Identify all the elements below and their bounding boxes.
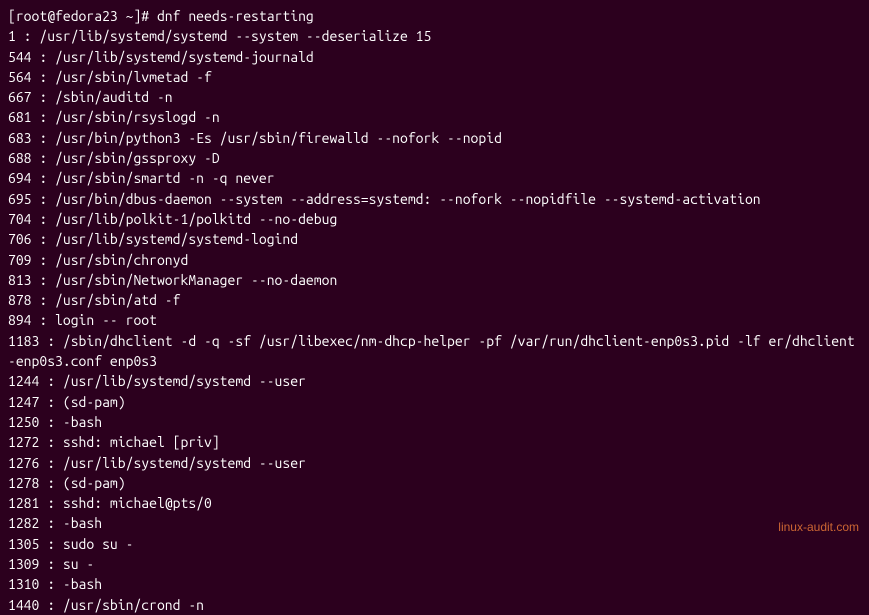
output-line: 706 : /usr/lib/systemd/systemd-logind <box>8 229 861 249</box>
prompt-user-host: [root@fedora23 ~]# <box>8 8 149 24</box>
output-line: 564 : /usr/sbin/lvmetad -f <box>8 67 861 87</box>
output-line: 1250 : -bash <box>8 412 861 432</box>
output-line: 1309 : su - <box>8 554 861 574</box>
prompt-line[interactable]: [root@fedora23 ~]# dnf needs-restarting <box>8 6 861 26</box>
output-line: 1310 : -bash <box>8 574 861 594</box>
output-line: 1440 : /usr/sbin/crond -n <box>8 595 861 615</box>
output-line: 681 : /usr/sbin/rsyslogd -n <box>8 107 861 127</box>
terminal-output[interactable]: 1 : /usr/lib/systemd/systemd --system --… <box>8 26 861 615</box>
output-line: 878 : /usr/sbin/atd -f <box>8 290 861 310</box>
output-line: 1247 : (sd-pam) <box>8 392 861 412</box>
output-line: 894 : login -- root <box>8 310 861 330</box>
output-line: 1281 : sshd: michael@pts/0 <box>8 493 861 513</box>
output-line: 544 : /usr/lib/systemd/systemd-journald <box>8 47 861 67</box>
output-line: 683 : /usr/bin/python3 -Es /usr/sbin/fir… <box>8 128 861 148</box>
output-line: 1282 : -bash <box>8 513 861 533</box>
output-line: 704 : /usr/lib/polkit-1/polkitd --no-deb… <box>8 209 861 229</box>
output-line: 695 : /usr/bin/dbus-daemon --system --ad… <box>8 189 861 209</box>
command-text: dnf needs-restarting <box>157 8 314 24</box>
output-line: 688 : /usr/sbin/gssproxy -D <box>8 148 861 168</box>
output-line: 1278 : (sd-pam) <box>8 473 861 493</box>
output-line: 1305 : sudo su - <box>8 534 861 554</box>
output-line: 1244 : /usr/lib/systemd/systemd --user <box>8 371 861 391</box>
output-line: 1 : /usr/lib/systemd/systemd --system --… <box>8 26 861 46</box>
output-line: 1272 : sshd: michael [priv] <box>8 432 861 452</box>
output-line: 667 : /sbin/auditd -n <box>8 87 861 107</box>
output-line: 1276 : /usr/lib/systemd/systemd --user <box>8 453 861 473</box>
output-line: 694 : /usr/sbin/smartd -n -q never <box>8 168 861 188</box>
watermark-text: linux-audit.com <box>778 519 859 536</box>
output-line: 1183 : /sbin/dhclient -d -q -sf /usr/lib… <box>8 331 861 372</box>
output-line: 709 : /usr/sbin/chronyd <box>8 250 861 270</box>
output-line: 813 : /usr/sbin/NetworkManager --no-daem… <box>8 270 861 290</box>
